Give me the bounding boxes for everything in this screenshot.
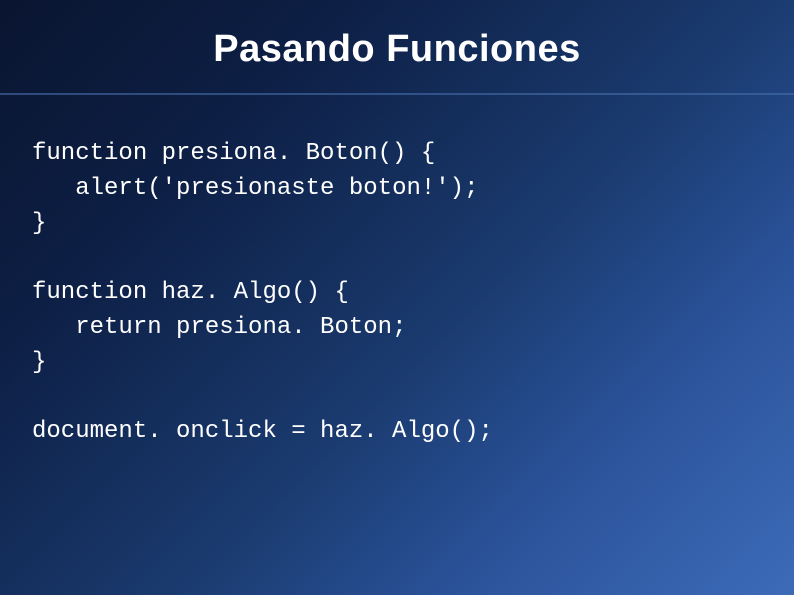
slide-title-area: Pasando Funciones <box>0 0 794 95</box>
code-line-9: document. onclick = haz. Algo(); <box>32 418 493 445</box>
slide-title: Pasando Funciones <box>0 28 794 71</box>
code-line-7: } <box>32 349 46 376</box>
code-indent <box>32 314 75 341</box>
code-line-3: } <box>32 210 46 237</box>
code-line-2: alert('presionaste boton!'); <box>75 175 478 202</box>
presentation-slide: Pasando Funciones function presiona. Bot… <box>0 0 794 595</box>
code-indent <box>32 175 75 202</box>
code-line-5: function haz. Algo() { <box>32 279 349 306</box>
code-line-6: return presiona. Boton; <box>75 314 406 341</box>
code-block: function presiona. Boton() { alert('pres… <box>0 95 794 450</box>
code-line-1: function presiona. Boton() { <box>32 140 435 167</box>
